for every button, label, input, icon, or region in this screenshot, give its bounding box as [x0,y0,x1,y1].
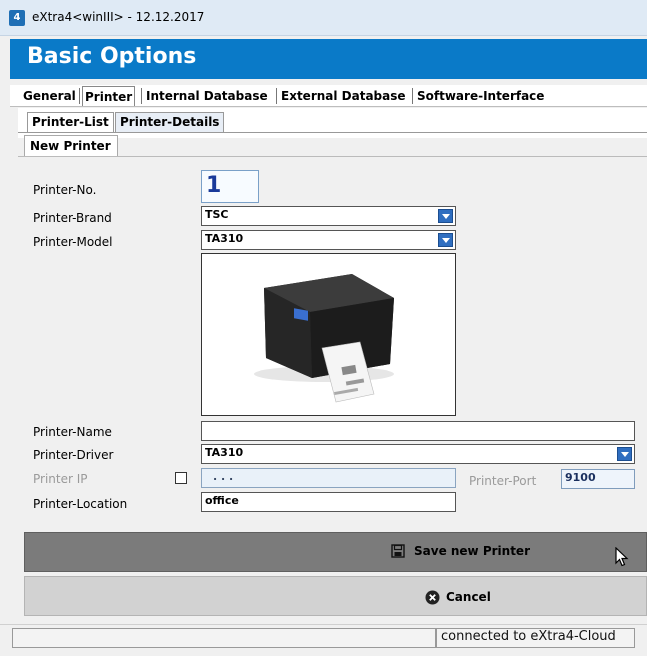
tab-separator [412,88,413,104]
printer-name-input[interactable] [201,421,635,441]
printer-ip-input[interactable]: . . . [201,468,456,488]
chevron-down-icon[interactable] [438,233,453,247]
printer-brand-value: TSC [205,208,229,221]
printer-no-field[interactable]: 1 [201,170,259,203]
tab-printer-details[interactable]: Printer-Details [115,112,225,132]
chevron-down-icon[interactable] [617,447,632,461]
printer-ip-label: Printer IP [33,472,88,486]
cancel-circle-icon [425,590,440,605]
printer-location-input[interactable]: office [201,492,456,512]
printer-port-label: Printer-Port [469,474,537,488]
tab-internal-database[interactable]: Internal Database [144,86,270,106]
floppy-disk-icon [391,544,405,558]
cancel-button-label: Cancel [446,590,491,604]
printer-no-label: Printer-No. [33,183,97,197]
printer-model-label: Printer-Model [33,235,113,249]
printer-brand-select[interactable]: TSC [201,206,456,226]
save-new-printer-button[interactable]: Save new Printer [24,532,647,572]
chevron-down-icon[interactable] [438,209,453,223]
cancel-button[interactable]: Cancel [24,576,647,616]
page-title: Basic Options [27,44,197,69]
tab-separator [141,88,142,104]
tab-separator [276,88,277,104]
tab-printer-list[interactable]: Printer-List [27,112,114,132]
tab-external-database[interactable]: External Database [279,86,408,106]
printer-model-value: TA310 [205,232,244,245]
connection-status: connected to eXtra4-Cloud [441,629,616,644]
tab-new-printer[interactable]: New Printer [24,135,118,157]
window-title: eXtra4<winIII> - 12.12.2017 [32,10,205,24]
printer-driver-label: Printer-Driver [33,448,114,462]
printer-ip-checkbox[interactable] [175,472,187,484]
sub-tab-divider [18,132,647,133]
printer-name-label: Printer-Name [33,425,112,439]
tab-general[interactable]: General [21,86,78,106]
printer-location-label: Printer-Location [33,497,128,511]
status-cell-left [12,628,436,648]
tab-software-interface[interactable]: Software-Interface [415,86,546,106]
printer-ip-value: . . . [213,470,234,483]
save-button-label: Save new Printer [414,544,530,558]
printer-model-select[interactable]: TA310 [201,230,456,250]
printer-driver-value: TA310 [205,446,244,459]
printer-image [201,253,456,416]
printer-illustration [254,274,394,403]
tab-printer[interactable]: Printer [82,86,136,106]
app-logo-icon: 4 [9,10,25,26]
printer-driver-select[interactable]: TA310 [201,444,635,464]
printer-port-input[interactable]: 9100 [561,469,635,489]
mouse-cursor-icon [615,547,629,567]
printer-brand-label: Printer-Brand [33,211,112,225]
tab-separator [79,88,80,104]
